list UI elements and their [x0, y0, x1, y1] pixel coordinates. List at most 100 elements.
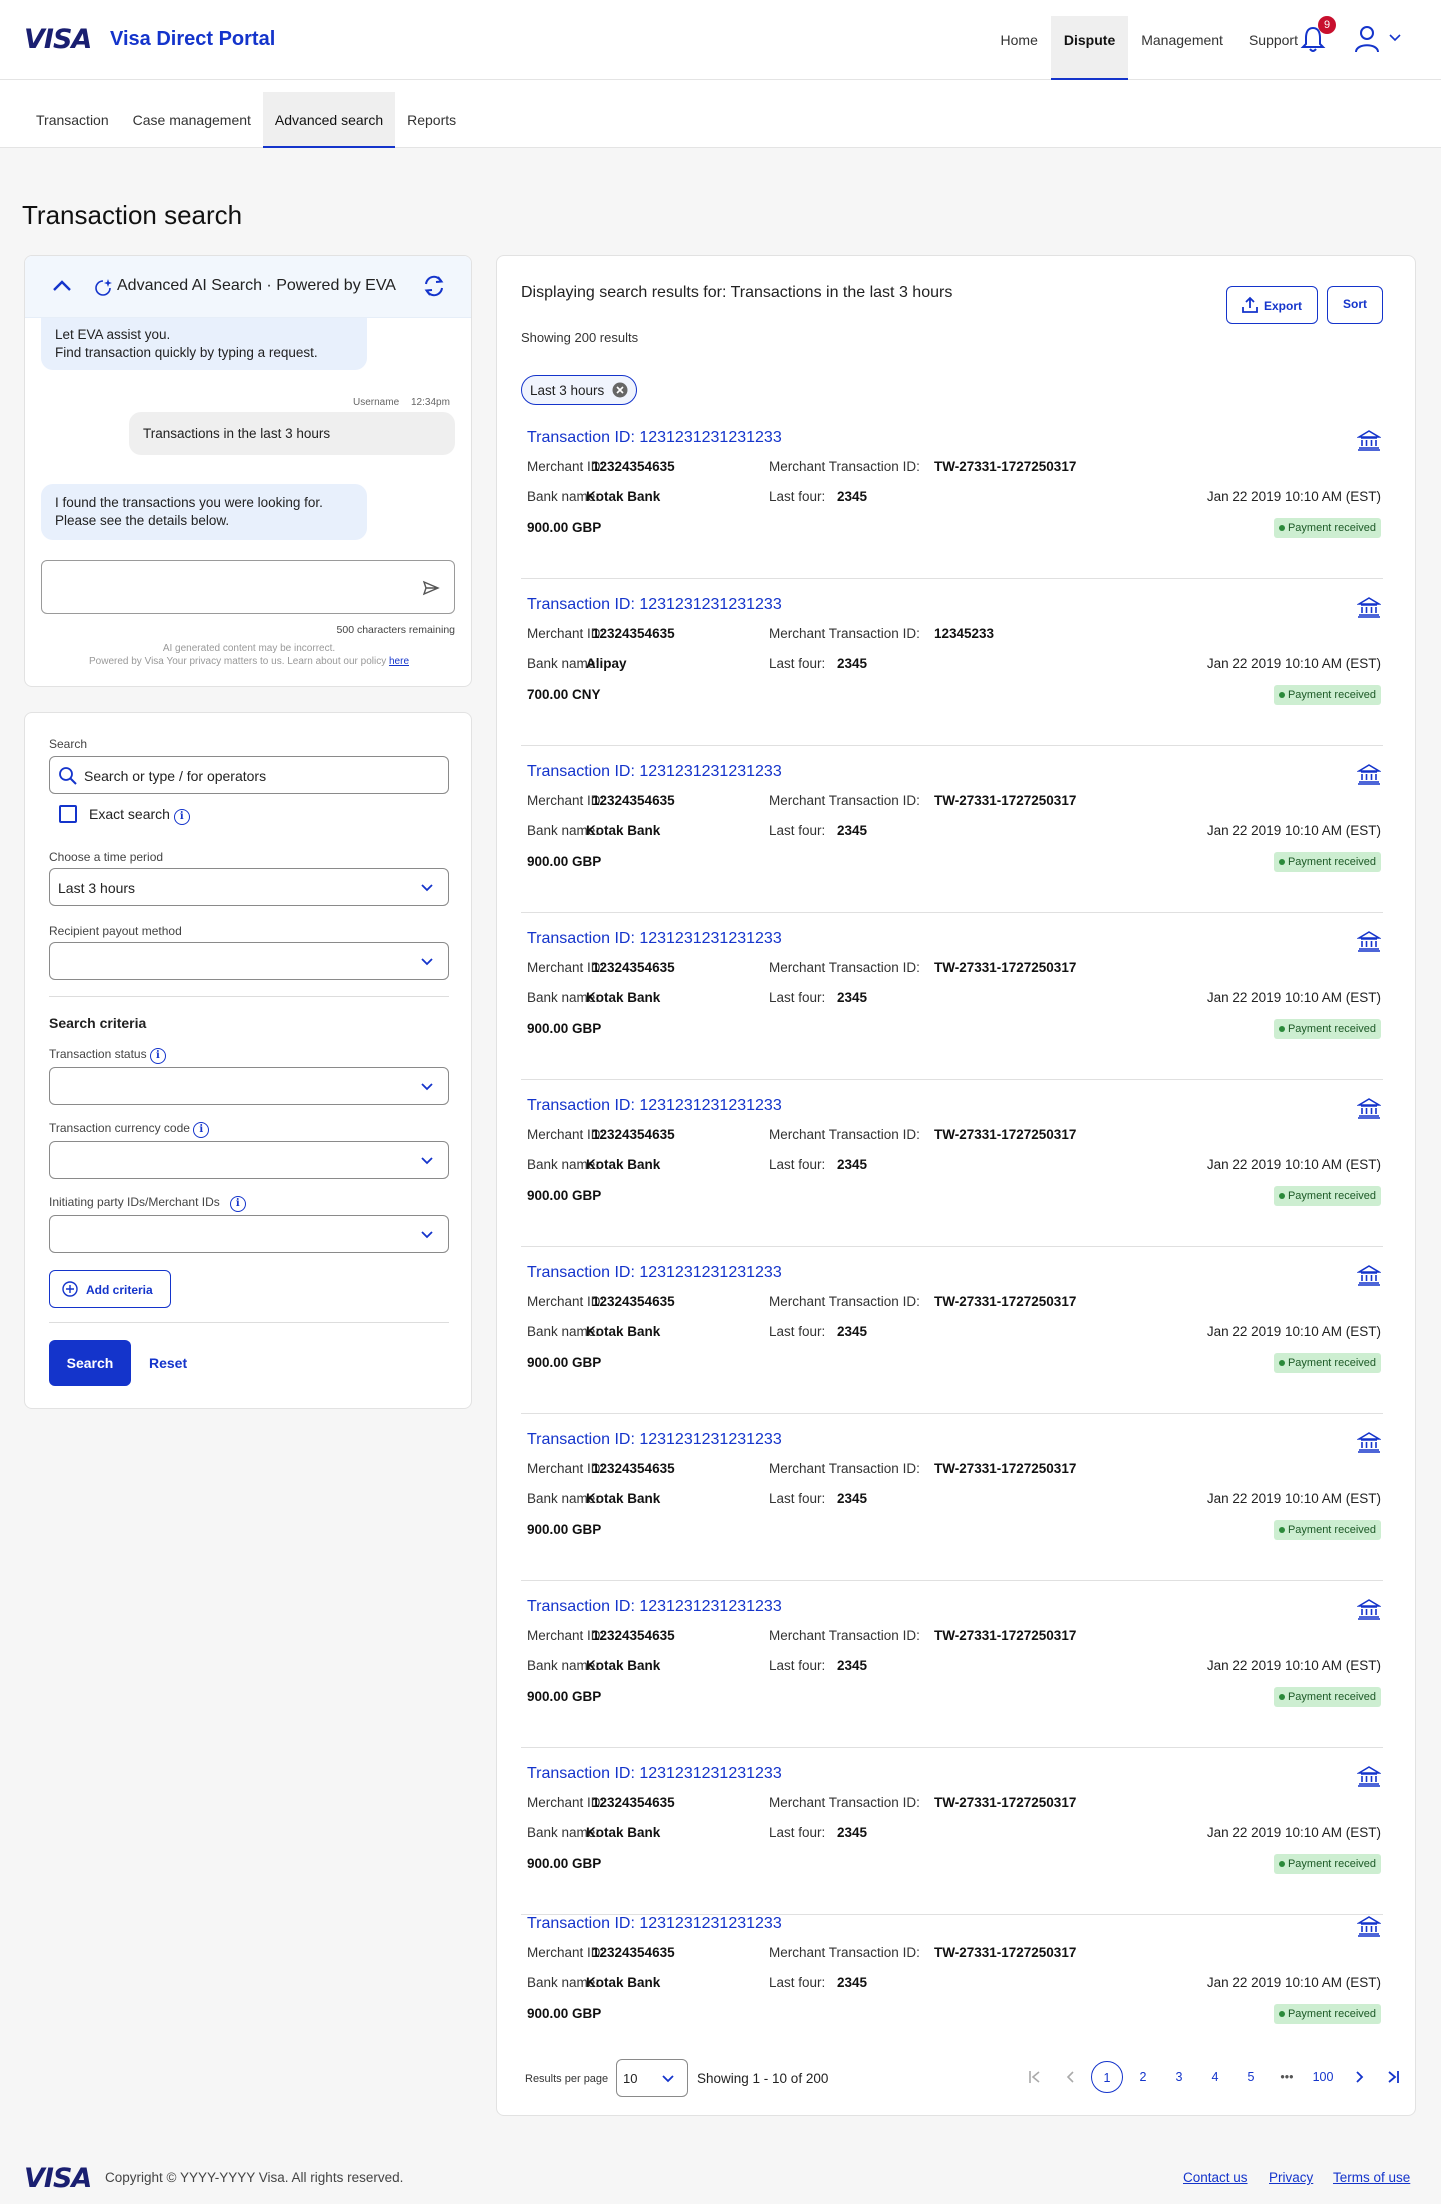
exact-search-checkbox[interactable] — [59, 805, 77, 823]
transaction-id-link[interactable]: Transaction ID: 1231231231231233 — [527, 763, 782, 781]
tab-advanced-search[interactable]: Advanced search — [262, 92, 396, 148]
info-icon[interactable]: i — [193, 1122, 210, 1138]
transaction-id-link[interactable]: Transaction ID: 1231231231231233 — [527, 1915, 782, 1933]
time-period-select[interactable]: Last 3 hours — [49, 868, 449, 906]
transaction-card[interactable]: Transaction ID: 1231231231231233 Merchant… — [521, 930, 1383, 1080]
last-four-label: Last four: — [769, 1157, 826, 1172]
visa-logo[interactable]: VISA — [24, 24, 92, 55]
page-100[interactable]: 100 — [1307, 2061, 1339, 2093]
transaction-card[interactable]: Transaction ID: 1231231231231233 Merchant… — [521, 596, 1383, 746]
merchant-txn-id-value: TW-27331-1727250317 — [934, 1945, 1077, 1960]
last-page-button[interactable] — [1377, 2061, 1409, 2093]
transaction-id-link[interactable]: Transaction ID: 1231231231231233 — [527, 1097, 782, 1115]
page-3[interactable]: 3 — [1163, 2061, 1195, 2093]
search-input[interactable]: Search or type / for operators — [49, 756, 449, 794]
transaction-card[interactable]: Transaction ID: 1231231231231233 Merchant… — [521, 763, 1383, 913]
top-header: VISA Visa Direct Portal Home Dispute Man… — [0, 0, 1441, 80]
nav-dispute[interactable]: Dispute — [1050, 16, 1129, 80]
info-icon[interactable]: i — [229, 1196, 246, 1212]
bank-icon — [1357, 764, 1381, 785]
transaction-card[interactable]: Transaction ID: 1231231231231233 Merchant… — [521, 1097, 1383, 1247]
transaction-id-link[interactable]: Transaction ID: 1231231231231233 — [527, 596, 782, 614]
next-page-button[interactable] — [1343, 2061, 1375, 2093]
send-icon[interactable] — [422, 579, 440, 597]
divider — [49, 996, 449, 997]
results-panel: Displaying search results for: Transacti… — [496, 255, 1416, 2116]
page-4[interactable]: 4 — [1199, 2061, 1231, 2093]
refresh-icon[interactable] — [421, 273, 447, 299]
footer-visa-logo[interactable]: VISA — [24, 2163, 92, 2194]
sort-button[interactable]: Sort — [1327, 286, 1383, 324]
last-page-icon — [1388, 2071, 1399, 2083]
transaction-id-link[interactable]: Transaction ID: 1231231231231233 — [527, 1264, 782, 1282]
transaction-card[interactable]: Transaction ID: 1231231231231233 Merchant… — [521, 1915, 1383, 2065]
party-ids-select[interactable] — [49, 1215, 449, 1253]
copyright-text: Copyright © YYYY-YYYY Visa. All rights r… — [105, 2170, 404, 2185]
transaction-status-select[interactable] — [49, 1067, 449, 1105]
transaction-card[interactable]: Transaction ID: 1231231231231233 Merchant… — [521, 1431, 1383, 1581]
last-four-value: 2345 — [837, 1975, 868, 1990]
transaction-id-link[interactable]: Transaction ID: 1231231231231233 — [527, 1431, 782, 1449]
tab-transaction[interactable]: Transaction — [24, 92, 121, 148]
transaction-id-link[interactable]: Transaction ID: 1231231231231233 — [527, 429, 782, 447]
time-period-value: Last 3 hours — [58, 880, 136, 896]
chevron-down-icon — [421, 1157, 433, 1165]
first-page-button[interactable] — [1019, 2061, 1051, 2093]
merchant-txn-id-value: TW-27331-1727250317 — [934, 1795, 1077, 1810]
last-four-label: Last four: — [769, 489, 826, 504]
page-2[interactable]: 2 — [1127, 2061, 1159, 2093]
merchant-txn-id-label: Merchant Transaction ID: — [769, 1628, 920, 1643]
tab-reports[interactable]: Reports — [395, 92, 468, 148]
payout-method-select[interactable] — [49, 942, 449, 980]
prev-page-button[interactable] — [1055, 2061, 1087, 2093]
transaction-card[interactable]: Transaction ID: 1231231231231233 Merchant… — [521, 1264, 1383, 1414]
nav-management[interactable]: Management — [1128, 16, 1236, 80]
transaction-card[interactable]: Transaction ID: 1231231231231233 Merchant… — [521, 1765, 1383, 1915]
tab-case-management[interactable]: Case management — [121, 92, 263, 148]
privacy-policy-link[interactable]: here — [389, 656, 409, 667]
first-page-icon — [1029, 2071, 1040, 2083]
merchant-txn-id-label: Merchant Transaction ID: — [769, 1294, 920, 1309]
transaction-id-link[interactable]: Transaction ID: 1231231231231233 — [527, 930, 782, 948]
currency-code-select[interactable] — [49, 1141, 449, 1179]
plus-circle-icon — [62, 1281, 78, 1297]
add-criteria-button[interactable]: Add criteria — [49, 1270, 171, 1308]
chevron-down-icon[interactable] — [1387, 30, 1403, 46]
transaction-id-link[interactable]: Transaction ID: 1231231231231233 — [527, 1765, 782, 1783]
last-four-value: 2345 — [837, 990, 868, 1005]
export-button[interactable]: Export — [1226, 286, 1318, 324]
chevron-down-icon — [421, 958, 433, 966]
terms-of-use-link[interactable]: Terms of use — [1333, 2170, 1410, 2185]
transaction-card[interactable]: Transaction ID: 1231231231231233 Merchant… — [521, 1598, 1383, 1748]
chevron-up-icon[interactable] — [51, 278, 73, 294]
bank-icon — [1357, 931, 1381, 952]
last-four-label: Last four: — [769, 990, 826, 1005]
main-nav: Home Dispute Management Support — [988, 16, 1311, 80]
app-title[interactable]: Visa Direct Portal — [110, 28, 275, 51]
filter-chip: Last 3 hours — [521, 375, 637, 405]
transaction-card[interactable]: Transaction ID: 1231231231231233 Merchant… — [521, 429, 1383, 579]
status-label: Transaction status i — [49, 1047, 166, 1064]
transaction-id-link[interactable]: Transaction ID: 1231231231231233 — [527, 1598, 782, 1616]
nav-home[interactable]: Home — [988, 16, 1051, 80]
last-four-label: Last four: — [769, 1324, 826, 1339]
page-1[interactable]: 1 — [1091, 2061, 1123, 2093]
user-icon[interactable] — [1354, 24, 1380, 54]
showing-range: Showing 1 - 10 of 200 — [697, 2071, 829, 2086]
close-icon[interactable] — [612, 382, 628, 398]
transaction-date: Jan 22 2019 10:10 AM (EST) — [1206, 1825, 1381, 1840]
privacy-link[interactable]: Privacy — [1269, 2170, 1313, 2185]
transaction-date: Jan 22 2019 10:10 AM (EST) — [1206, 656, 1381, 671]
page-5[interactable]: 5 — [1235, 2061, 1267, 2093]
status-badge: Payment received — [1273, 1687, 1381, 1707]
info-icon[interactable]: i — [149, 1048, 166, 1064]
reset-button[interactable]: Reset — [149, 1355, 187, 1371]
results-per-page-select[interactable]: 10 — [616, 2059, 688, 2097]
merchant-txn-id-label: Merchant Transaction ID: — [769, 1127, 920, 1142]
contact-us-link[interactable]: Contact us — [1183, 2170, 1248, 2185]
info-icon[interactable]: i — [173, 809, 190, 825]
search-icon — [59, 767, 77, 785]
transaction-amount: 900.00 GBP — [527, 1689, 602, 1704]
ai-chat-input[interactable] — [41, 560, 455, 614]
search-button[interactable]: Search — [49, 1340, 131, 1386]
